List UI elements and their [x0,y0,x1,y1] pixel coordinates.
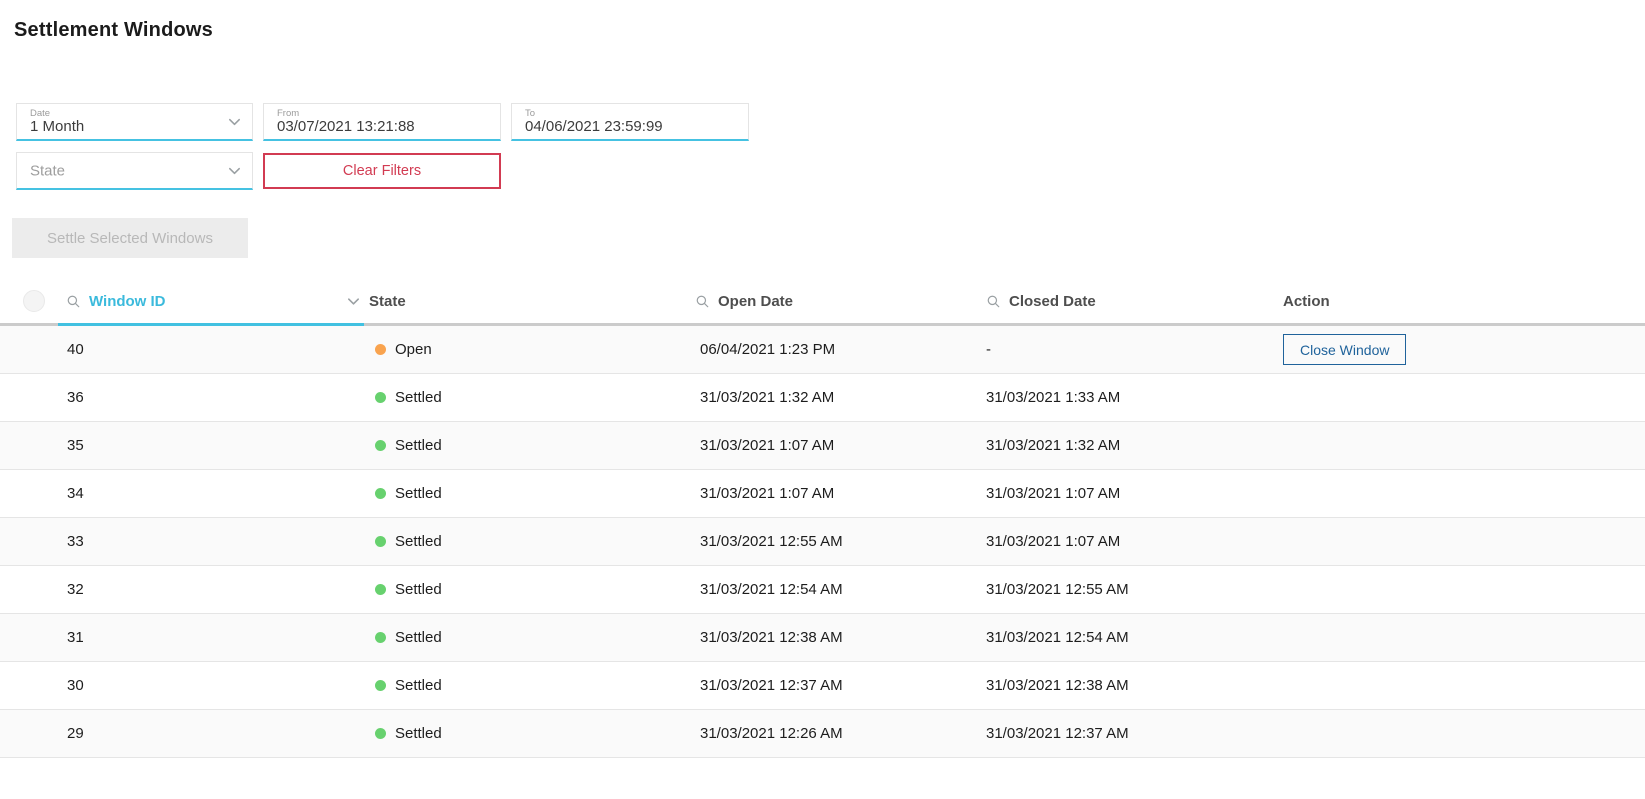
select-all-checkbox[interactable] [23,290,45,312]
cell-window-id: 31 [52,629,369,646]
cell-action: Close Window [1283,334,1645,365]
cell-window-id: 34 [52,485,369,502]
column-header-label: Closed Date [1009,293,1096,310]
table-row: 29 Settled 31/03/2021 12:26 AM 31/03/202… [0,710,1645,758]
table-row: 31 Settled 31/03/2021 12:38 AM 31/03/202… [0,614,1645,662]
status-dot-icon [375,632,386,643]
status-label: Settled [395,725,442,742]
sort-chevron-icon[interactable] [346,294,361,309]
status-dot-icon [375,728,386,739]
cell-state: Settled [369,725,681,742]
status-label: Settled [395,581,442,598]
cell-window-id: 36 [52,389,369,406]
status-dot-icon [375,488,386,499]
cell-open-date: 31/03/2021 1:07 AM [681,437,986,454]
cell-open-date: 31/03/2021 12:37 AM [681,677,986,694]
cell-state: Settled [369,485,681,502]
status-label: Open [395,341,432,358]
column-header-label: Action [1283,293,1330,310]
status-dot-icon [375,536,386,547]
column-header-label: State [369,293,406,310]
cell-closed-date: 31/03/2021 12:37 AM [986,725,1283,742]
status-dot-icon [375,440,386,451]
cell-closed-date: 31/03/2021 12:54 AM [986,629,1283,646]
table-row: 33 Settled 31/03/2021 12:55 AM 31/03/202… [0,518,1645,566]
column-header-open-date[interactable]: Open Date [681,293,986,310]
status-label: Settled [395,437,442,454]
status-dot-icon [375,392,386,403]
cell-open-date: 31/03/2021 1:32 AM [681,389,986,406]
table-row: 35 Settled 31/03/2021 1:07 AM 31/03/2021… [0,422,1645,470]
settle-selected-button[interactable]: Settle Selected Windows [12,218,248,258]
column-header-state[interactable]: State [369,293,681,310]
date-select-value: 1 Month [30,118,84,135]
date-range-select[interactable]: Date 1 Month [16,103,253,141]
cell-window-id: 30 [52,677,369,694]
clear-filters-button[interactable]: Clear Filters [263,153,501,189]
cell-open-date: 31/03/2021 12:55 AM [681,533,986,550]
status-dot-icon [375,344,386,355]
cell-closed-date: 31/03/2021 1:07 AM [986,533,1283,550]
status-dot-icon [375,584,386,595]
table-row: 34 Settled 31/03/2021 1:07 AM 31/03/2021… [0,470,1645,518]
cell-closed-date: 31/03/2021 12:38 AM [986,677,1283,694]
status-dot-icon [375,680,386,691]
cell-state: Settled [369,629,681,646]
table-row: 40 Open 06/04/2021 1:23 PM - Close Windo… [0,326,1645,374]
cell-open-date: 06/04/2021 1:23 PM [681,341,986,358]
cell-window-id: 32 [52,581,369,598]
column-header-label: Window ID [89,293,166,310]
state-select-placeholder: State [30,162,65,179]
cell-state: Settled [369,533,681,550]
to-input-value: 04/06/2021 23:59:99 [525,118,663,135]
sorted-column-underline [58,323,364,326]
settlement-windows-table: Window ID State Open Date Closed Date Ac… [0,279,1645,758]
table-row: 36 Settled 31/03/2021 1:32 AM 31/03/2021… [0,374,1645,422]
cell-window-id: 33 [52,533,369,550]
cell-open-date: 31/03/2021 12:54 AM [681,581,986,598]
table-body: 40 Open 06/04/2021 1:23 PM - Close Windo… [0,326,1645,758]
cell-state: Settled [369,581,681,598]
cell-state: Settled [369,677,681,694]
page-title: Settlement Windows [0,0,1645,42]
table-header-row: Window ID State Open Date Closed Date Ac… [0,279,1645,326]
status-label: Settled [395,677,442,694]
select-all-cell [0,290,52,312]
column-header-window-id[interactable]: Window ID [52,293,369,310]
cell-state: Settled [369,389,681,406]
cell-open-date: 31/03/2021 1:07 AM [681,485,986,502]
to-date-input[interactable]: To 04/06/2021 23:59:99 [511,103,749,141]
cell-closed-date: - [986,341,1283,358]
chevron-down-icon [227,163,242,178]
column-header-closed-date[interactable]: Closed Date [986,293,1283,310]
cell-closed-date: 31/03/2021 12:55 AM [986,581,1283,598]
cell-window-id: 40 [52,341,369,358]
cell-open-date: 31/03/2021 12:26 AM [681,725,986,742]
status-label: Settled [395,485,442,502]
status-label: Settled [395,629,442,646]
search-icon [986,294,1001,309]
filters-panel: Date 1 Month From 03/07/2021 13:21:88 To… [16,103,1645,190]
status-label: Settled [395,389,442,406]
search-icon [695,294,710,309]
cell-window-id: 29 [52,725,369,742]
close-window-button[interactable]: Close Window [1283,334,1406,365]
column-header-label: Open Date [718,293,793,310]
cell-open-date: 31/03/2021 12:38 AM [681,629,986,646]
table-row: 30 Settled 31/03/2021 12:37 AM 31/03/202… [0,662,1645,710]
cell-state: Open [369,341,681,358]
search-icon [66,294,81,309]
state-select[interactable]: State [16,152,253,190]
cell-closed-date: 31/03/2021 1:33 AM [986,389,1283,406]
from-date-input[interactable]: From 03/07/2021 13:21:88 [263,103,501,141]
chevron-down-icon [227,114,242,129]
cell-closed-date: 31/03/2021 1:32 AM [986,437,1283,454]
cell-state: Settled [369,437,681,454]
status-label: Settled [395,533,442,550]
from-input-value: 03/07/2021 13:21:88 [277,118,415,135]
table-row: 32 Settled 31/03/2021 12:54 AM 31/03/202… [0,566,1645,614]
cell-window-id: 35 [52,437,369,454]
cell-closed-date: 31/03/2021 1:07 AM [986,485,1283,502]
column-header-action: Action [1283,293,1645,310]
